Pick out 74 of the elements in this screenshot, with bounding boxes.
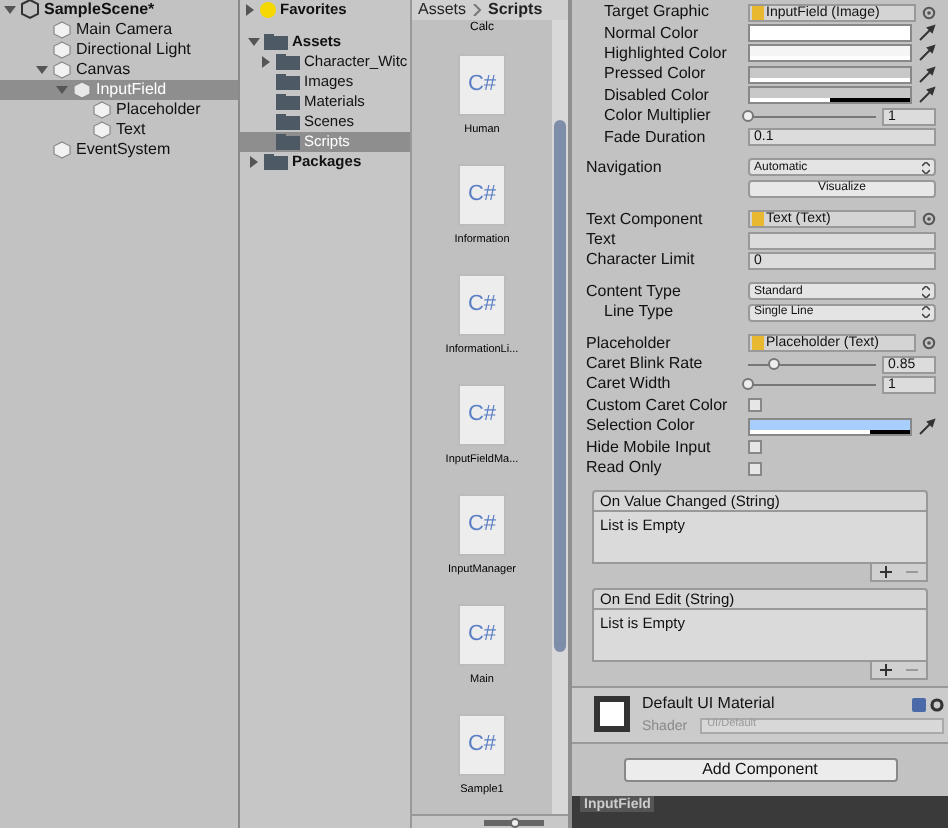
color-field[interactable] — [748, 65, 912, 84]
color-field[interactable] — [748, 417, 912, 436]
field-label: Placeholder — [586, 335, 673, 352]
folder-icon — [276, 54, 300, 70]
settings-icon — [930, 697, 944, 712]
component-icon — [752, 212, 764, 227]
scene-title: SampleScene* — [44, 2, 155, 18]
field-label: Custom Caret Color — [586, 397, 730, 414]
field-label: Fade Duration — [602, 129, 708, 146]
breadcrumb-link[interactable]: Assets — [418, 2, 467, 18]
eyedropper-icon — [918, 44, 936, 63]
field-label: Character Limit — [586, 252, 697, 269]
target-icon — [922, 5, 936, 20]
scene-icon — [20, 0, 40, 20]
folder-icon — [264, 154, 288, 170]
hierarchy-item[interactable]: Placeholder — [0, 100, 238, 120]
hierarchy-item[interactable]: EventSystem — [0, 140, 238, 160]
eyedropper-icon — [918, 417, 936, 436]
zoom-slider[interactable] — [484, 817, 544, 827]
field-label: Pressed Color — [602, 66, 708, 83]
field-label: Read Only — [586, 460, 664, 476]
field-label: Highlighted Color — [602, 45, 729, 62]
add-component-button[interactable]: Add Component — [623, 758, 897, 783]
field-label: Text Component — [586, 211, 705, 228]
target-icon — [922, 212, 936, 227]
input-field[interactable] — [748, 231, 936, 250]
hierarchy-item[interactable]: Canvas — [0, 60, 238, 80]
plus-icon — [880, 566, 892, 579]
plus-icon — [880, 664, 892, 677]
folder-icon — [276, 74, 300, 90]
field-label: Selection Color — [586, 418, 697, 435]
field-label: Hide Mobile Input — [586, 439, 713, 456]
breadcrumb-link[interactable]: Scripts — [488, 2, 543, 18]
field-label: Line Type — [602, 304, 676, 321]
field-label: Navigation — [586, 159, 664, 176]
field-label: Color Multiplier — [602, 108, 713, 125]
field-label: Text — [586, 232, 618, 249]
field-label: Caret Width — [586, 376, 673, 393]
eyedropper-icon — [918, 65, 936, 84]
hierarchy-item[interactable]: Directional Light — [0, 40, 238, 60]
color-field[interactable] — [748, 44, 912, 63]
hierarchy-item[interactable]: Main Camera — [0, 20, 238, 40]
chevron-icon — [472, 4, 483, 16]
collapse-arrow-icon — [244, 4, 256, 16]
expand-arrow-icon — [4, 4, 16, 16]
folder-icon — [276, 94, 300, 110]
eyedropper-icon — [918, 24, 936, 43]
component-icon — [752, 336, 764, 351]
slider[interactable] — [748, 375, 876, 394]
caret-icon — [922, 306, 930, 319]
checkbox[interactable] — [748, 398, 762, 413]
folder-icon — [264, 34, 288, 50]
slider[interactable] — [748, 355, 876, 374]
field-label: Disabled Color — [602, 87, 711, 104]
material-name: Default UI Material — [642, 696, 775, 713]
caret-icon — [922, 161, 930, 174]
field-label: Caret Blink Rate — [586, 356, 705, 373]
hierarchy-item[interactable]: Text — [0, 120, 238, 140]
field-label: Target Graphic — [602, 4, 711, 21]
folder-icon — [276, 134, 300, 150]
slider[interactable] — [748, 107, 876, 126]
checkbox[interactable] — [748, 461, 762, 475]
scrollbar[interactable] — [552, 20, 568, 814]
folder-icon — [276, 114, 300, 130]
color-field[interactable] — [748, 24, 912, 43]
component-icon — [752, 5, 764, 20]
target-icon — [922, 336, 936, 351]
caret-icon — [922, 285, 930, 298]
checkbox[interactable] — [748, 440, 762, 455]
field-label: Normal Color — [602, 25, 701, 42]
eyedropper-icon — [918, 86, 936, 105]
material-swatch — [594, 696, 630, 733]
field-label: Content Type — [586, 283, 683, 300]
color-field[interactable] — [748, 86, 912, 105]
